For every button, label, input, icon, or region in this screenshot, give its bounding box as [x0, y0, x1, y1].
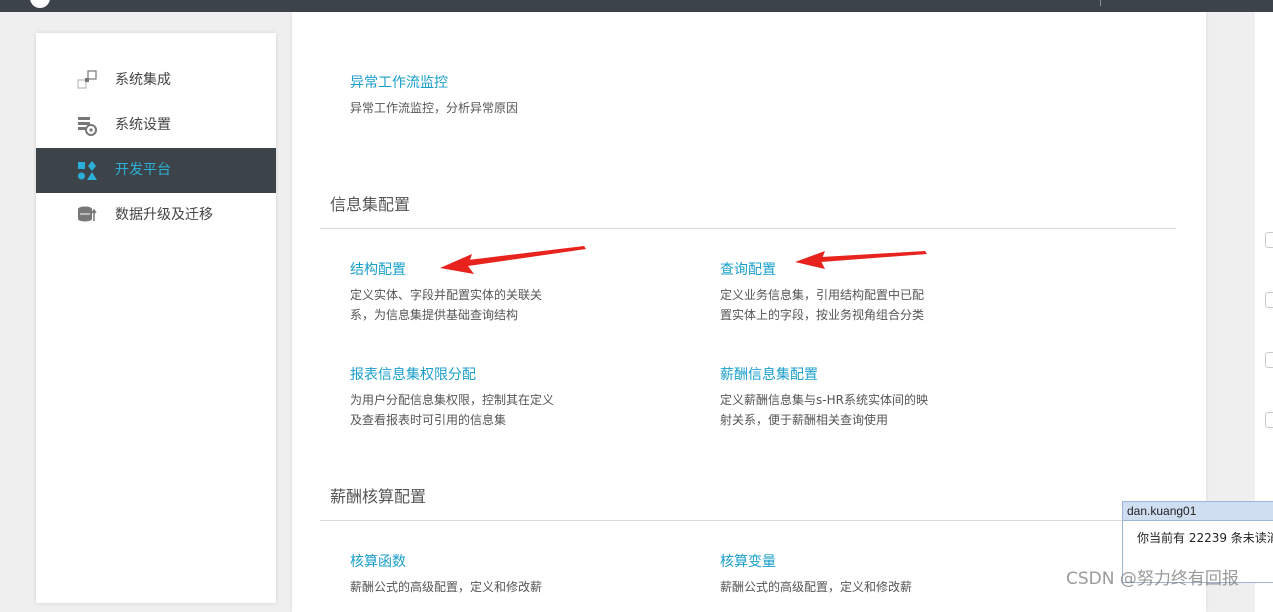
toolbar-icon[interactable] [1265, 412, 1273, 428]
csdn-watermark: CSDN @努力终有回报 [1066, 569, 1239, 589]
section-divider [320, 520, 1176, 521]
sidebar-item-data-migration[interactable]: 数据升级及迁移 [36, 193, 276, 238]
database-migration-icon [76, 205, 98, 227]
link-calc-function[interactable]: 核算函数 [350, 552, 406, 572]
sidebar: 系统集成 系统设置 开发平台 数据升级及迁移 [36, 33, 276, 603]
sidebar-item-label: 数据升级及迁移 [115, 207, 213, 223]
link-abnormal-workflow-monitor[interactable]: 异常工作流监控 [350, 73, 448, 93]
sidebar-item-system-integration[interactable]: 系统集成 [36, 58, 276, 103]
dev-platform-icon [76, 160, 98, 182]
popup-username: dan.kuang01 [1123, 502, 1273, 521]
report-info-set-permission-desc: 为用户分配信息集权限，控制其在定义及查看报表时可引用的信息集 [350, 393, 555, 427]
link-salary-info-set-config[interactable]: 薪酬信息集配置 [720, 365, 818, 385]
toolbar-icon[interactable] [1265, 352, 1273, 368]
salary-info-set-config-desc: 定义薪酬信息集与s-HR系统实体间的映射关系，便于薪酬相关查询使用 [720, 393, 928, 427]
main-panel: ····················· ·············· 异常工… [292, 12, 1206, 612]
popup-message: 你当前有 22239 条未读消 [1137, 531, 1273, 545]
sidebar-item-dev-platform[interactable]: 开发平台 [36, 148, 276, 193]
abnormal-workflow-desc: 异常工作流监控，分析异常原因 [350, 101, 519, 115]
sidebar-item-label: 系统设置 [115, 117, 171, 133]
section-title-salary-calc: 薪酬核算配置 [330, 487, 427, 506]
sidebar-item-label: 系统集成 [115, 72, 171, 88]
link-calc-variable[interactable]: 核算变量 [720, 552, 776, 572]
link-query-config[interactable]: 查询配置 [720, 260, 776, 280]
section-divider [320, 228, 1176, 229]
query-config-desc: 定义业务信息集，引用结构配置中已配置实体上的字段，按业务视角组合分类 [720, 288, 925, 322]
sidebar-item-label: 开发平台 [115, 162, 171, 178]
link-structure-config[interactable]: 结构配置 [350, 260, 406, 280]
topbar-divider [1100, 0, 1101, 6]
toolbar-icon[interactable] [1265, 292, 1273, 308]
system-integration-icon [76, 70, 98, 92]
system-settings-icon [76, 115, 98, 137]
link-report-info-set-permission[interactable]: 报表信息集权限分配 [350, 365, 476, 385]
calc-function-desc: 薪酬公式的高级配置，定义和修改薪 [350, 580, 543, 594]
sidebar-item-system-settings[interactable]: 系统设置 [36, 103, 276, 148]
calc-variable-desc: 薪酬公式的高级配置，定义和修改薪 [720, 580, 913, 594]
section-title-info-set: 信息集配置 [330, 195, 411, 214]
structure-config-desc: 定义实体、字段并配置实体的关联关系，为信息集提供基础查询结构 [350, 288, 543, 322]
logo [30, 0, 50, 8]
top-bar [0, 0, 1273, 12]
annotation-arrow-icon [795, 251, 927, 269]
cut-off-text: ····················· [350, 12, 560, 16]
toolbar-icon[interactable] [1265, 232, 1273, 248]
annotation-arrow-icon [440, 246, 586, 274]
cut-off-text: ·············· [720, 12, 860, 16]
